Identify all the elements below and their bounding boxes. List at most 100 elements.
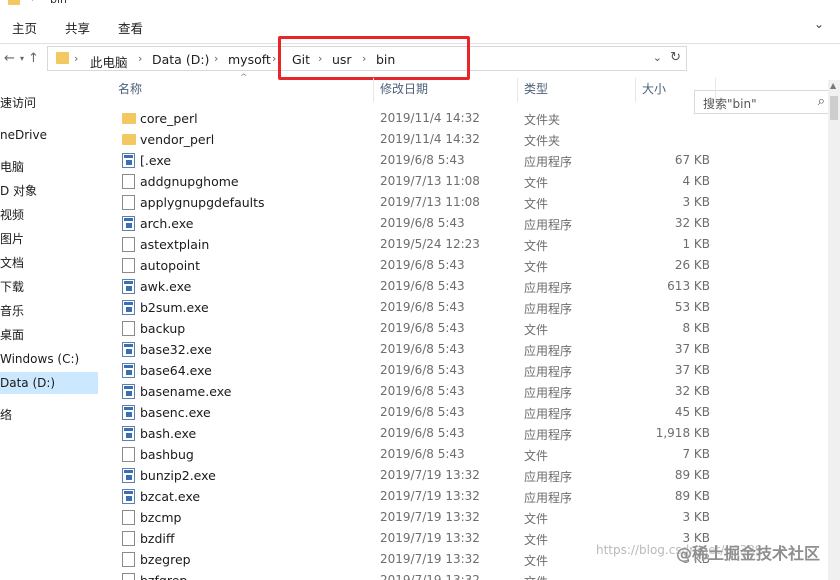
sidebar-item-network[interactable]: 络	[0, 404, 98, 426]
sidebar-item-windows-c[interactable]: Windows (C:)	[0, 348, 98, 370]
table-row[interactable]: bunzip2.exe 2019/7/19 13:32 应用程序 89 KB	[100, 465, 828, 486]
chevron-down-icon[interactable]: ⌄	[814, 17, 824, 31]
file-size: 7 KB	[682, 447, 710, 461]
file-date-modified: 2019/6/8 5:43	[380, 321, 465, 335]
exe-icon	[122, 216, 135, 231]
breadcrumb-mysoft[interactable]: mysoft	[228, 52, 271, 67]
chevron-right-icon[interactable]: ›	[74, 52, 78, 65]
tab-share[interactable]: 共享	[65, 18, 90, 37]
column-header: ^ 名称 修改日期 类型 大小	[100, 73, 840, 102]
file-date-modified: 2019/7/19 13:32	[380, 552, 480, 566]
file-type: 文件	[524, 239, 549, 253]
chevron-right-icon[interactable]: ›	[272, 52, 276, 65]
table-row[interactable]: astextplain 2019/5/24 12:23 文件 1 KB	[100, 234, 828, 255]
file-size: 32 KB	[674, 216, 710, 230]
column-date-modified[interactable]: 修改日期	[374, 78, 518, 102]
file-size: 37 KB	[674, 363, 710, 377]
file-type: 文件夹	[524, 113, 561, 127]
file-name: applygnupgdefaults	[140, 195, 265, 210]
table-row[interactable]: bzcat.exe 2019/7/19 13:32 应用程序 89 KB	[100, 486, 828, 507]
file-size: 26 KB	[674, 258, 710, 272]
sidebar-item-quick-access[interactable]: 速访问	[0, 92, 98, 114]
tab-home[interactable]: 主页	[12, 18, 37, 37]
file-size: 8 KB	[682, 321, 710, 335]
sidebar-item-downloads[interactable]: 下载	[0, 276, 98, 298]
file-size: 1,918 KB	[655, 426, 710, 440]
file-type: 应用程序	[524, 218, 573, 232]
table-row[interactable]: bzcmp 2019/7/19 13:32 文件 3 KB	[100, 507, 828, 528]
tab-view[interactable]: 查看	[118, 18, 143, 37]
folder-icon	[56, 52, 69, 64]
file-name: bzfgrep	[140, 573, 187, 580]
column-name[interactable]: 名称	[112, 78, 374, 102]
sidebar-item-this-pc[interactable]: 电脑	[0, 156, 98, 178]
sidebar-item-onedrive[interactable]: neDrive	[0, 124, 98, 146]
breadcrumb-this-pc[interactable]: 此电脑	[90, 52, 128, 71]
table-row[interactable]: basenc.exe 2019/6/8 5:43 应用程序 45 KB	[100, 402, 828, 423]
file-type: 文件	[524, 573, 548, 580]
file-type: 文件	[524, 512, 549, 526]
table-row[interactable]: bash.exe 2019/6/8 5:43 应用程序 1,918 KB	[100, 423, 828, 444]
file-name: awk.exe	[140, 279, 192, 294]
column-size[interactable]: 大小	[636, 78, 716, 102]
sidebar-item-videos[interactable]: 视频	[0, 204, 98, 226]
file-date-modified: 2019/7/19 13:32	[380, 531, 480, 545]
file-date-modified: 2019/7/19 13:32	[380, 468, 480, 482]
file-name: backup	[140, 321, 186, 336]
file-name: basenc.exe	[140, 405, 211, 420]
exe-icon	[122, 300, 135, 315]
file-name: addgnupghome	[140, 174, 239, 189]
address-dropdown-icon[interactable]: ⌄	[653, 51, 662, 64]
sidebar-item-desktop[interactable]: 桌面	[0, 324, 98, 346]
table-row[interactable]: bzfgrep 2019/7/19 13:32 文件	[100, 570, 828, 580]
table-row[interactable]: awk.exe 2019/6/8 5:43 应用程序 613 KB	[100, 276, 828, 297]
quick-access-dropdown-icon[interactable]: ▾	[30, 0, 35, 4]
sidebar-item-music[interactable]: 音乐	[0, 300, 98, 322]
table-row[interactable]: [.exe 2019/6/8 5:43 应用程序 67 KB	[100, 150, 828, 171]
scroll-up-icon[interactable]: ▲	[830, 81, 836, 90]
file-date-modified: 2019/7/19 13:32	[380, 510, 480, 524]
column-type[interactable]: 类型	[518, 78, 636, 102]
table-row[interactable]: autopoint 2019/6/8 5:43 文件 26 KB	[100, 255, 828, 276]
file-date-modified: 2019/11/4 14:32	[380, 132, 480, 146]
chevron-right-icon[interactable]: ›	[214, 52, 218, 65]
back-arrow-icon[interactable]: ←	[4, 51, 15, 66]
file-icon	[122, 552, 135, 567]
file-type: 应用程序	[524, 470, 573, 484]
file-type: 应用程序	[524, 155, 573, 169]
sidebar-item-data-d[interactable]: Data (D:)	[0, 372, 98, 394]
file-icon	[122, 447, 135, 462]
table-row[interactable]: base32.exe 2019/6/8 5:43 应用程序 37 KB	[100, 339, 828, 360]
file-size: 89 KB	[674, 489, 710, 503]
file-date-modified: 2019/6/8 5:43	[380, 216, 465, 230]
scrollbar-thumb[interactable]	[830, 96, 838, 120]
table-row[interactable]: addgnupghome 2019/7/13 11:08 文件 4 KB	[100, 171, 828, 192]
table-row[interactable]: backup 2019/6/8 5:43 文件 8 KB	[100, 318, 828, 339]
file-type: 应用程序	[524, 344, 573, 358]
sidebar-item-pictures[interactable]: 图片	[0, 228, 98, 250]
refresh-icon[interactable]: ↻	[670, 50, 681, 65]
table-row[interactable]: bashbug 2019/6/8 5:43 文件 7 KB	[100, 444, 828, 465]
table-row[interactable]: basename.exe 2019/6/8 5:43 应用程序 32 KB	[100, 381, 828, 402]
file-type: 应用程序	[524, 428, 573, 442]
up-arrow-icon[interactable]: ↑	[28, 51, 39, 66]
breadcrumb-data-drive[interactable]: Data (D:)	[152, 52, 209, 67]
sidebar-item-3d-objects[interactable]: D 对象	[0, 180, 98, 202]
file-type: 应用程序	[524, 302, 573, 316]
table-row[interactable]: vendor_perl 2019/11/4 14:32 文件夹	[100, 129, 828, 150]
exe-icon	[122, 384, 135, 399]
table-row[interactable]: applygnupgdefaults 2019/7/13 11:08 文件 3 KB	[100, 192, 828, 213]
table-row[interactable]: base64.exe 2019/6/8 5:43 应用程序 37 KB	[100, 360, 828, 381]
file-size: 89 KB	[674, 468, 710, 482]
sidebar-item-documents[interactable]: 文档	[0, 252, 98, 274]
table-row[interactable]: arch.exe 2019/6/8 5:43 应用程序 32 KB	[100, 213, 828, 234]
table-row[interactable]: b2sum.exe 2019/6/8 5:43 应用程序 53 KB	[100, 297, 828, 318]
vertical-scrollbar[interactable]: ▲	[828, 80, 840, 580]
exe-icon	[122, 279, 135, 294]
table-row[interactable]: core_perl 2019/11/4 14:32 文件夹	[100, 108, 828, 129]
file-type: 应用程序	[524, 407, 573, 421]
chevron-right-icon[interactable]: ›	[138, 52, 142, 65]
file-icon	[122, 321, 135, 336]
recent-locations-icon[interactable]: ▾	[20, 54, 24, 63]
file-name: base64.exe	[140, 363, 212, 378]
